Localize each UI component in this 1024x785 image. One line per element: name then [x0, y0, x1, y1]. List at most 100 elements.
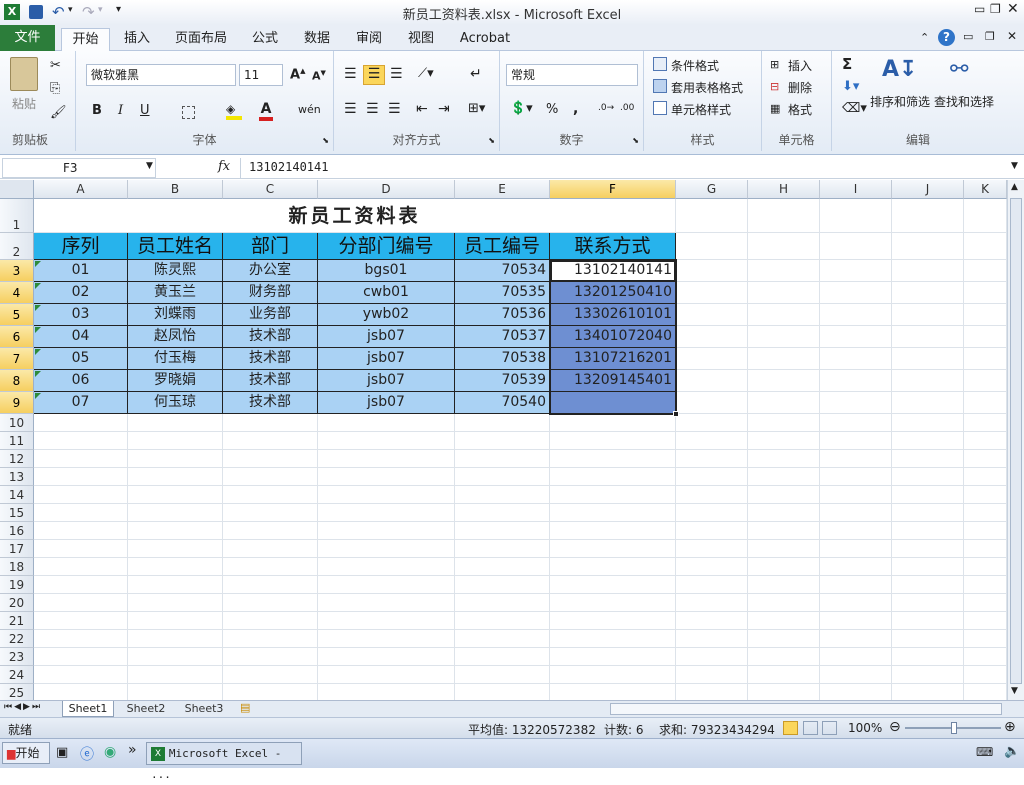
find-select-button[interactable]: 查找和选择 — [934, 93, 994, 110]
shrink-font-icon[interactable]: A▼ — [312, 69, 326, 83]
grid-cell[interactable] — [676, 612, 748, 630]
table-cell[interactable]: 陈灵熙 — [128, 260, 223, 282]
grid-cell[interactable] — [223, 504, 318, 522]
grid-cell[interactable] — [223, 450, 318, 468]
grid-cell[interactable] — [748, 540, 820, 558]
tab-data[interactable]: 数据 — [297, 28, 337, 51]
phonetic-icon[interactable]: wén — [298, 103, 321, 116]
name-box[interactable]: F3 — [2, 158, 156, 178]
grid-cell[interactable] — [128, 450, 223, 468]
grid-cell[interactable] — [964, 260, 1007, 282]
sheet-tab-3[interactable]: Sheet3 — [178, 701, 230, 717]
workbook-minimize-icon[interactable]: ▭ — [963, 30, 973, 43]
underline-button[interactable]: U — [140, 103, 150, 118]
table-cell[interactable]: 技术部 — [223, 326, 318, 348]
row-header-6[interactable]: 6 — [0, 326, 34, 348]
grid-cell[interactable] — [964, 540, 1007, 558]
grid-cell[interactable] — [748, 326, 820, 348]
table-cell[interactable] — [550, 392, 676, 414]
grid-cell[interactable] — [223, 612, 318, 630]
grid-cell[interactable] — [318, 576, 455, 594]
table-cell[interactable]: jsb07 — [318, 348, 455, 370]
ie-icon[interactable]: ⓔ — [80, 744, 94, 764]
row-header-3[interactable]: 3 — [0, 260, 34, 282]
bold-button[interactable]: B — [92, 103, 102, 118]
grid-cell[interactable] — [820, 594, 892, 612]
font-size-select[interactable]: 11 — [239, 64, 283, 86]
table-cell[interactable]: 办公室 — [223, 260, 318, 282]
grid-cell[interactable] — [676, 666, 748, 684]
grid-cell[interactable] — [223, 414, 318, 432]
grid-cell[interactable] — [34, 450, 128, 468]
accounting-format-icon[interactable]: 💲▾ — [510, 101, 533, 116]
grid-cell[interactable] — [223, 648, 318, 666]
grid-cell[interactable] — [964, 630, 1007, 648]
grid-cell[interactable] — [892, 282, 964, 304]
table-cell[interactable]: 70540 — [455, 392, 550, 414]
grid-cell[interactable] — [892, 260, 964, 282]
table-header-cell[interactable]: 分部门编号 — [318, 233, 455, 260]
align-left-icon[interactable]: ☰ — [344, 101, 357, 117]
border-icon[interactable] — [182, 106, 195, 119]
grid-cell[interactable] — [550, 630, 676, 648]
column-header-k[interactable]: K — [964, 180, 1007, 199]
tab-home[interactable]: 开始 — [61, 28, 110, 51]
table-cell[interactable]: 70536 — [455, 304, 550, 326]
grid-cell[interactable] — [223, 540, 318, 558]
grid-cell[interactable] — [820, 199, 892, 233]
normal-view-icon[interactable] — [783, 721, 798, 735]
grid-cell[interactable] — [318, 486, 455, 504]
align-bottom-icon[interactable]: ☰ — [390, 66, 403, 82]
grid-cell[interactable] — [676, 450, 748, 468]
table-cell[interactable]: 01 — [34, 260, 128, 282]
table-cell[interactable]: 技术部 — [223, 370, 318, 392]
table-header-cell[interactable]: 部门 — [223, 233, 318, 260]
grid-cell[interactable] — [964, 233, 1007, 260]
conditional-format-button[interactable]: 条件格式 — [671, 57, 719, 74]
grid-cell[interactable] — [455, 666, 550, 684]
grid-cell[interactable] — [676, 348, 748, 370]
grid-cell[interactable] — [550, 540, 676, 558]
restore-icon[interactable]: ❐ — [990, 2, 1001, 16]
grid-cell[interactable] — [892, 504, 964, 522]
column-header-j[interactable]: J — [892, 180, 964, 199]
select-all-corner[interactable] — [0, 180, 34, 199]
more-quicklaunch-icon[interactable]: » — [128, 742, 137, 758]
table-cell[interactable]: 02 — [34, 282, 128, 304]
grid-cell[interactable] — [676, 260, 748, 282]
grid-cell[interactable] — [820, 486, 892, 504]
grid-cell[interactable] — [964, 326, 1007, 348]
grid-cell[interactable] — [820, 370, 892, 392]
font-name-select[interactable]: 微软雅黑 — [86, 64, 236, 86]
row-header-2[interactable]: 2 — [0, 233, 34, 260]
scroll-down-icon[interactable]: ▼ — [1011, 686, 1018, 696]
orientation-icon[interactable]: ⟋▾ — [418, 66, 434, 81]
grid-cell[interactable] — [820, 540, 892, 558]
grid-cell[interactable] — [820, 648, 892, 666]
grid-cell[interactable] — [820, 282, 892, 304]
grid-cell[interactable] — [892, 468, 964, 486]
row-header-18[interactable]: 18 — [0, 558, 34, 576]
alignment-dialog-launcher-icon[interactable]: ⬊ — [488, 136, 495, 145]
grid-cell[interactable] — [964, 612, 1007, 630]
grid-cell[interactable] — [964, 348, 1007, 370]
grid-cell[interactable] — [748, 199, 820, 233]
sheet-tab-2[interactable]: Sheet2 — [120, 701, 172, 717]
grid-cell[interactable] — [550, 432, 676, 450]
grid-cell[interactable] — [748, 432, 820, 450]
percent-button[interactable]: % — [546, 102, 558, 117]
grid-cell[interactable] — [820, 392, 892, 414]
sheet-tab-1[interactable]: Sheet1 — [62, 701, 114, 717]
align-right-icon[interactable]: ☰ — [388, 101, 401, 117]
grid-cell[interactable] — [550, 576, 676, 594]
formula-input[interactable]: 13102140141 — [240, 158, 1010, 178]
grid-cell[interactable] — [964, 282, 1007, 304]
table-cell[interactable]: 技术部 — [223, 392, 318, 414]
grid-cell[interactable] — [34, 540, 128, 558]
grid-cell[interactable] — [964, 558, 1007, 576]
grid-cell[interactable] — [128, 666, 223, 684]
grid-cell[interactable] — [748, 348, 820, 370]
vertical-scrollbar[interactable]: ▲ ▼ — [1007, 180, 1024, 700]
grid-cell[interactable] — [748, 666, 820, 684]
grid-cell[interactable] — [748, 486, 820, 504]
